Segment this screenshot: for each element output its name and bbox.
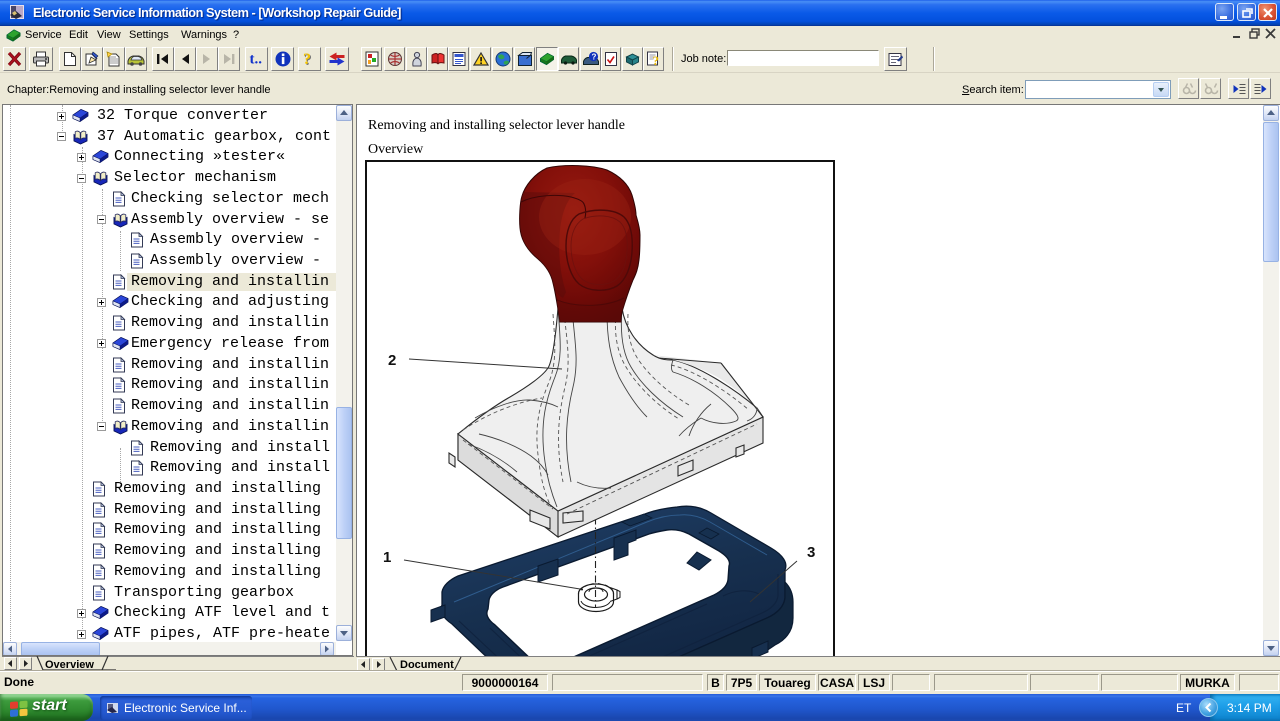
svg-text:?: ?: [591, 53, 596, 62]
svg-text:2: 2: [388, 352, 396, 369]
svg-text:3: 3: [807, 544, 815, 561]
svg-text:?: ?: [652, 53, 659, 67]
svg-text:?: ?: [303, 51, 311, 67]
svg-text:1: 1: [383, 549, 391, 566]
svg-text:t..: t..: [249, 52, 262, 67]
